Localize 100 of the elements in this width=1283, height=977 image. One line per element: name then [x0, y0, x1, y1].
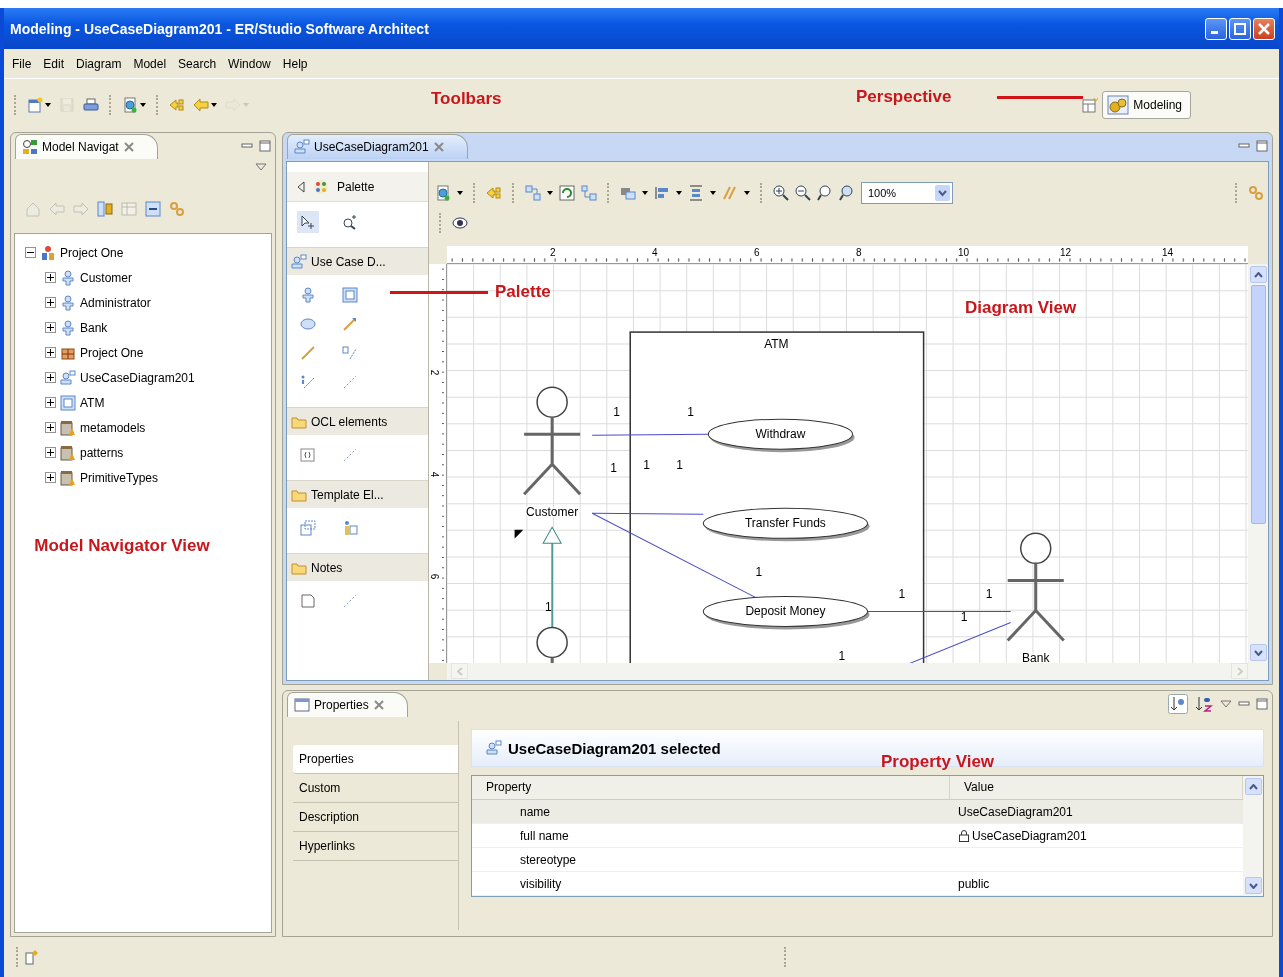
- expand-toggle[interactable]: [45, 472, 56, 483]
- expand-toggle[interactable]: [45, 397, 56, 408]
- palette-tool[interactable]: [339, 284, 361, 306]
- ruler-label: 14: [1161, 247, 1175, 258]
- maximize-icon[interactable]: [1256, 140, 1268, 152]
- scroll-up-button[interactable]: [1244, 778, 1262, 795]
- expand-toggle[interactable]: [45, 447, 56, 458]
- distribute-icon[interactable]: [688, 185, 704, 201]
- minimize-button[interactable]: [1205, 17, 1227, 40]
- menu-item[interactable]: Edit: [37, 54, 71, 73]
- menu-item[interactable]: Help: [276, 54, 314, 73]
- zoom-in-icon[interactable]: [773, 185, 789, 201]
- zoom-fit-icon[interactable]: [817, 185, 833, 201]
- property-tab[interactable]: Description: [293, 803, 458, 832]
- palette-drawer[interactable]: Use Case D...: [287, 247, 428, 275]
- link-icon[interactable]: [1248, 185, 1264, 201]
- multiplicity-label: 1: [898, 587, 906, 602]
- expand-toggle[interactable]: [45, 272, 56, 283]
- dropdown-caret-icon: [744, 191, 750, 195]
- view-menu-icon[interactable]: [255, 163, 267, 171]
- window-title: Modeling - UseCaseDiagram201 - ER/Studio Software Architect: [10, 20, 429, 37]
- zoom-out-icon[interactable]: [795, 185, 811, 201]
- scroll-down-button[interactable]: [1244, 877, 1262, 894]
- maximize-icon[interactable]: [259, 140, 271, 152]
- collapse-all-icon[interactable]: [145, 201, 161, 217]
- document-icon[interactable]: [435, 185, 451, 201]
- close-button[interactable]: [1253, 17, 1275, 40]
- tree-item[interactable]: Customer: [80, 270, 132, 285]
- palette-drawer[interactable]: Notes: [287, 553, 428, 581]
- expand-toggle[interactable]: [45, 297, 56, 308]
- eye-icon[interactable]: [452, 215, 468, 231]
- close-icon[interactable]: [372, 698, 385, 711]
- property-tab[interactable]: Properties: [293, 745, 458, 774]
- menu-item[interactable]: Window: [222, 54, 277, 73]
- tree-item[interactable]: Project One: [60, 245, 124, 260]
- select-tool-button[interactable]: [297, 211, 319, 233]
- hierarchy-icon[interactable]: [581, 185, 597, 201]
- extend-icon: [342, 345, 358, 361]
- link-icon[interactable]: [169, 201, 185, 217]
- vertical-scrollbar[interactable]: [1248, 264, 1268, 663]
- tree-item[interactable]: Bank: [80, 320, 108, 335]
- expand-toggle[interactable]: [45, 322, 56, 333]
- actor-label: Bank: [1022, 651, 1050, 663]
- tree-item[interactable]: patterns: [80, 445, 124, 460]
- expand-toggle[interactable]: [45, 422, 56, 433]
- table-row[interactable]: name UseCaseDiagram201: [472, 800, 1243, 824]
- tree-item[interactable]: ATM: [80, 395, 105, 410]
- view-menu-icon[interactable]: [1220, 700, 1232, 708]
- collapse-arrow-icon[interactable]: [297, 180, 305, 193]
- editor-tab[interactable]: UseCaseDiagram201: [287, 133, 468, 159]
- property-tab[interactable]: Hyperlinks: [293, 832, 458, 861]
- align-icon[interactable]: [654, 185, 670, 201]
- minimize-icon[interactable]: [241, 142, 253, 150]
- maximize-icon[interactable]: [1256, 698, 1268, 710]
- menu-item[interactable]: Search: [172, 54, 223, 73]
- maximize-button[interactable]: [1229, 17, 1251, 40]
- property-tab[interactable]: Custom: [293, 774, 458, 803]
- expand-toggle[interactable]: [25, 247, 36, 258]
- ruler-label: 4: [429, 471, 441, 478]
- view-tab[interactable]: Model Navigat: [15, 133, 158, 159]
- view-tab[interactable]: Properties: [287, 691, 408, 717]
- palette-drawer[interactable]: Template El...: [287, 480, 428, 508]
- hierarchy-icon[interactable]: [97, 201, 113, 217]
- close-icon[interactable]: [432, 140, 445, 153]
- menu-item[interactable]: Model: [127, 54, 173, 73]
- tree-item[interactable]: Administrator: [80, 295, 151, 310]
- menu-item[interactable]: Diagram: [70, 54, 128, 73]
- scroll-up-button[interactable]: [1249, 266, 1267, 283]
- table-cell-text: full name: [519, 828, 570, 843]
- zoom-page-icon[interactable]: [839, 185, 855, 201]
- close-icon[interactable]: [122, 140, 135, 153]
- layout-icon[interactable]: [525, 185, 541, 201]
- expand-toggle[interactable]: [45, 347, 56, 358]
- tree-item[interactable]: metamodels: [80, 420, 146, 435]
- zoom-combo[interactable]: 100%: [861, 182, 953, 204]
- line-style-icon[interactable]: [722, 185, 738, 201]
- open-perspective-icon[interactable]: [1082, 96, 1099, 113]
- expand-toggle[interactable]: [45, 372, 56, 383]
- dropdown-caret-icon: [642, 191, 648, 195]
- perspective-button[interactable]: Modeling: [1102, 90, 1191, 119]
- tree-item[interactable]: Project One: [80, 345, 144, 360]
- palette-drawer[interactable]: OCL elements: [287, 407, 428, 435]
- tree-item[interactable]: UseCaseDiagram201: [80, 370, 195, 385]
- minimize-icon[interactable]: [1238, 700, 1250, 708]
- vertical-scrollbar[interactable]: [1243, 776, 1263, 896]
- back-arrow-icon: [193, 96, 209, 113]
- arrange-icon[interactable]: [620, 185, 636, 201]
- arrow-icon[interactable]: [486, 185, 502, 201]
- sort-category-icon[interactable]: [1168, 694, 1188, 714]
- scroll-down-button[interactable]: [1249, 644, 1267, 661]
- sort-alphabetical-icon[interactable]: [1194, 694, 1214, 714]
- multiplicity-label: 1: [610, 461, 617, 476]
- dropdown-caret-icon: [710, 191, 716, 195]
- menu-item[interactable]: File: [6, 54, 38, 73]
- tree-item[interactable]: PrimitiveTypes: [80, 470, 159, 485]
- palette-tool[interactable]: [297, 517, 319, 539]
- column-header[interactable]: Property: [472, 776, 950, 799]
- new-item-icon[interactable]: [23, 949, 39, 965]
- refresh-icon[interactable]: [559, 185, 575, 201]
- minimize-icon[interactable]: [1238, 142, 1250, 150]
